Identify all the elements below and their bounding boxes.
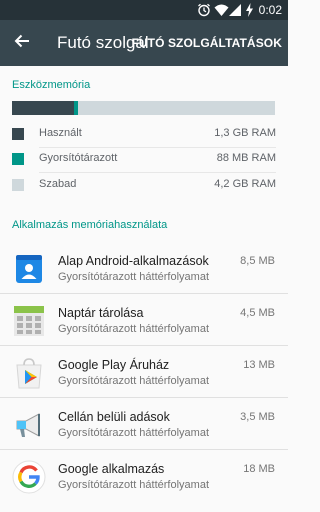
memory-usage-bar (12, 101, 275, 115)
calendar-storage-icon (12, 304, 46, 338)
memory-used-segment (12, 101, 74, 115)
app-size: 18 MB (243, 463, 275, 475)
app-memory-header: Alkalmazás memóriahasználata (12, 219, 168, 231)
legend-label: Használt (39, 127, 82, 139)
google-play-icon (12, 356, 46, 390)
list-item[interactable]: Cellán belüli adások Gyorsítótárazott há… (0, 398, 288, 450)
app-size: 4,5 MB (240, 307, 275, 319)
divider (39, 172, 276, 173)
megaphone-icon (12, 408, 46, 442)
app-name: Alap Android-alkalmazások (58, 254, 209, 268)
used-swatch (12, 128, 24, 140)
app-status: Gyorsítótárazott háttérfolyamat (58, 271, 210, 283)
app-status: Gyorsítótárazott háttérfolyamat (58, 427, 210, 439)
list-item[interactable]: Google alkalmazás Gyorsítótárazott hátté… (0, 450, 288, 502)
status-bar: 0:02 (0, 0, 288, 20)
free-swatch (12, 179, 24, 191)
legend-row-cached: Gyorsítótárazott 88 MB RAM (12, 151, 276, 173)
app-name: Cellán belüli adások (58, 410, 170, 424)
status-time: 0:02 (258, 3, 282, 17)
device-memory-header: Eszközmemória (12, 79, 91, 91)
legend-value: 88 MB RAM (216, 152, 276, 164)
legend-row-used: Használt 1,3 GB RAM (12, 126, 276, 148)
android-contacts-icon (12, 252, 46, 286)
cached-swatch (12, 153, 24, 165)
google-g-icon (12, 460, 46, 494)
arrow-left-icon (14, 33, 30, 54)
legend-row-free: Szabad 4,2 GB RAM (12, 177, 276, 193)
app-name: Google Play Áruház (58, 358, 170, 372)
list-item[interactable]: Alap Android-alkalmazások Gyorsítótárazo… (0, 242, 288, 294)
app-status: Gyorsítótárazott háttérfolyamat (58, 323, 210, 335)
back-button[interactable] (6, 27, 38, 59)
legend-label: Gyorsítótárazott (39, 152, 118, 164)
legend-value: 4,2 GB RAM (214, 178, 276, 190)
memory-cached-segment (73, 101, 78, 115)
app-bar: Futó szolgáltatások FUTÓ SZOLGÁLTATÁSOK (0, 20, 288, 66)
app-status: Gyorsítótárazott háttérfolyamat (58, 375, 210, 387)
legend-value: 1,3 GB RAM (214, 127, 276, 139)
divider (39, 147, 276, 148)
list-item[interactable]: Naptár tárolása Gyorsítótárazott háttérf… (0, 294, 288, 346)
app-name: Google alkalmazás (58, 462, 165, 476)
legend-label: Szabad (39, 178, 77, 190)
app-size: 3,5 MB (240, 411, 275, 423)
app-size: 8,5 MB (240, 255, 275, 267)
app-size: 13 MB (243, 359, 275, 371)
app-status: Gyorsítótárazott háttérfolyamat (58, 479, 210, 491)
running-services-action[interactable]: FUTÓ SZOLGÁLTATÁSOK (131, 36, 282, 50)
list-item[interactable]: Google Play Áruház Gyorsítótárazott hátt… (0, 346, 288, 398)
app-name: Naptár tárolása (58, 306, 144, 320)
